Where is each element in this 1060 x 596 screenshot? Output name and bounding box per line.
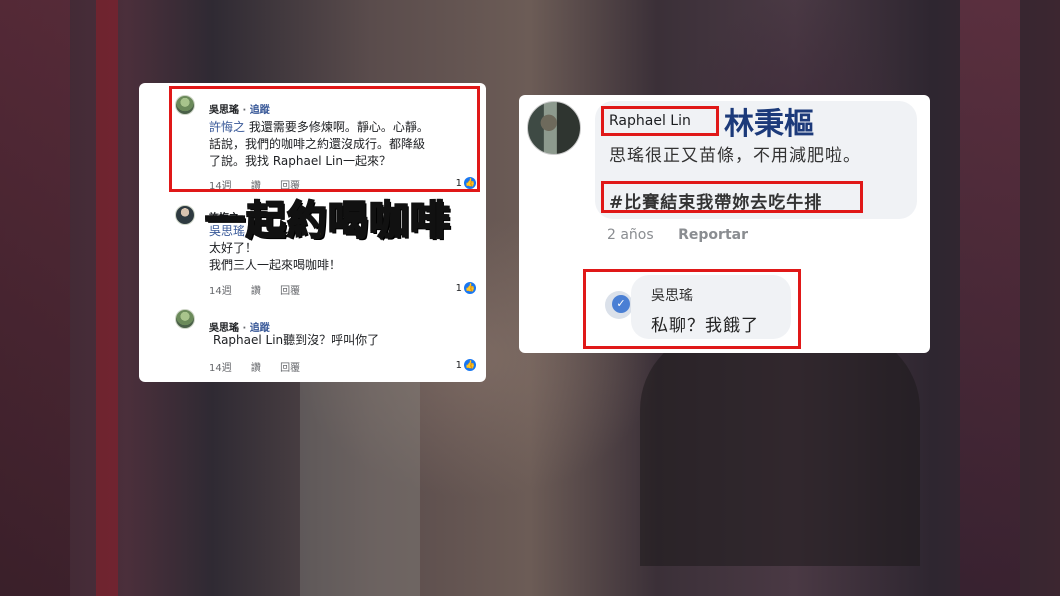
comment-card: Raphael Lin 林秉樞 思瑤很正又苗條，不用減肥啦。 #比賽結束我帶妳去… [519, 95, 930, 353]
avatar[interactable] [175, 309, 195, 329]
timestamp[interactable]: 14週 [209, 363, 232, 374]
thumbs-up-icon: 👍 [464, 177, 476, 189]
avatar[interactable] [175, 205, 195, 225]
like-count[interactable]: 1 👍 [456, 282, 476, 294]
avatar[interactable] [175, 95, 195, 115]
reply-link[interactable]: 回覆 [280, 181, 300, 192]
background-shape [96, 0, 118, 596]
timestamp[interactable]: 14週 [209, 181, 232, 192]
overlay-caption: 一起約喝咖啡 [204, 197, 451, 245]
comment-text: Raphael Lin聽到沒？呼叫你了 [213, 332, 379, 349]
like-count[interactable]: 1 👍 [456, 177, 476, 189]
like-count-value: 1 [455, 282, 462, 294]
like-link[interactable]: 讚 [251, 181, 261, 192]
hashtag-line[interactable]: #比賽結束我帶妳去吃牛排 [609, 188, 822, 213]
like-count[interactable]: 1 👍 [456, 359, 476, 371]
background-shape [300, 380, 420, 596]
comment-meta: 14週 讚 回覆 [209, 282, 316, 297]
like-link[interactable]: 讚 [251, 286, 261, 297]
comment-line: Raphael Lin聽到沒？呼叫你了 [213, 333, 380, 347]
like-count-value: 1 [455, 359, 462, 371]
reply-link[interactable]: 回覆 [280, 363, 300, 374]
comment-meta: 2 años Reportar [607, 227, 748, 243]
comment-author[interactable]: Raphael Lin [609, 113, 691, 129]
report-link[interactable]: Reportar [678, 227, 748, 243]
timestamp[interactable]: 14週 [209, 286, 232, 297]
follow-link[interactable]: 追蹤 [250, 105, 270, 116]
comment-author[interactable]: 吳思瑤 · 追蹤 [209, 101, 270, 116]
comment-line: 思瑤很正又苗條，不用減肥啦。 [609, 146, 861, 166]
comment-line: 我們三人一起來喝咖啡！ [209, 258, 342, 272]
reply-link[interactable]: 回覆 [280, 286, 300, 297]
comment-meta: 14週 讚 回覆 [209, 359, 316, 374]
comment-line: 了說。我找 Raphael Lin一起來？ [209, 154, 391, 168]
timestamp[interactable]: 2 años [607, 227, 654, 243]
comment-text: 許悔之 我還需要多修煉啊。靜心。心靜。 話說，我們的咖啡之約還沒成行。都降級 了… [209, 119, 429, 170]
thumbs-up-icon: 👍 [464, 282, 476, 294]
avatar[interactable] [527, 101, 581, 155]
verified-check-icon: ✓ [612, 295, 630, 313]
like-link[interactable]: 讚 [251, 363, 261, 374]
background-shape [0, 0, 70, 596]
comment-line: 我還需要多修煉啊。靜心。心靜。 [248, 120, 429, 134]
reply-author[interactable]: 吳思瑤 [651, 285, 693, 305]
background-shape [960, 0, 1020, 596]
author-name[interactable]: 吳思瑤 [209, 105, 239, 116]
comment-meta: 14週 讚 回覆 [209, 177, 316, 192]
background-shape [640, 330, 920, 566]
thumbs-up-icon: 👍 [464, 359, 476, 371]
mention-link[interactable]: 許悔之 [209, 120, 245, 134]
comment-line: 話說，我們的咖啡之約還沒成行。都降級 [209, 137, 426, 151]
like-count-value: 1 [455, 177, 462, 189]
caption-name: 林秉樞 [724, 107, 814, 142]
reply-text: 私聊？我餓了 [651, 316, 759, 336]
